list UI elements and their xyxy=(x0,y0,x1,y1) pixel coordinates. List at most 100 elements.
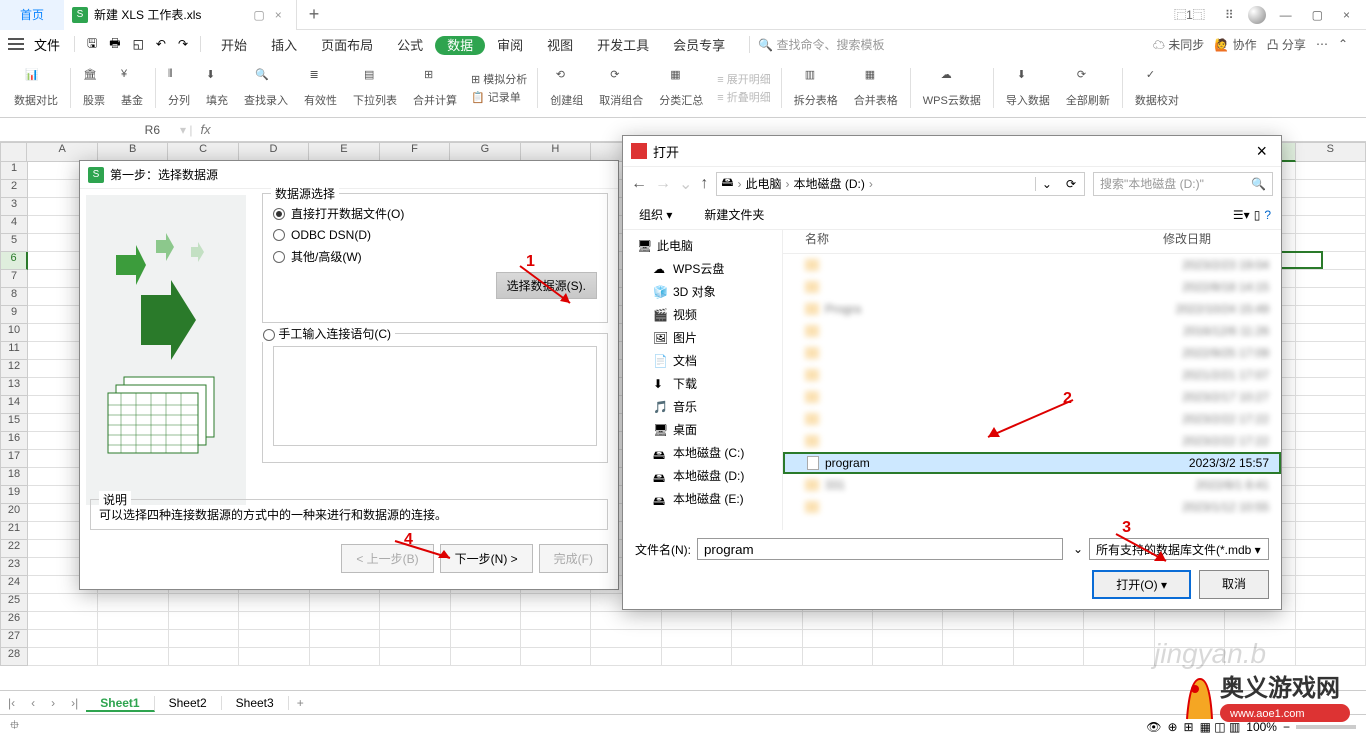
sheet-nav-first-icon[interactable]: |‹ xyxy=(0,696,23,710)
menu-tab-开发工具[interactable]: 开发工具 xyxy=(585,38,661,53)
file-row[interactable]: program2023/3/2 15:57 xyxy=(783,452,1281,474)
sheet-tab[interactable]: Sheet3 xyxy=(222,696,289,710)
option-open-file[interactable]: 直接打开数据文件(O) xyxy=(273,202,597,225)
ribbon-ungroup[interactable]: ⟳取消组合 xyxy=(591,68,651,108)
tree-item[interactable]: 🎬视频 xyxy=(623,303,782,326)
ribbon-merge-table[interactable]: ▦合并表格 xyxy=(846,68,906,108)
file-row[interactable]: 2021/2/21 17:07 xyxy=(783,364,1281,386)
ribbon-consolidate[interactable]: ⊞合并计算 xyxy=(405,68,465,108)
connection-textarea[interactable] xyxy=(273,346,597,446)
nav-history-icon[interactable]: ⌄ xyxy=(679,174,692,194)
sheet-nav-last-icon[interactable]: ›| xyxy=(63,696,86,710)
ribbon-wps-cloud[interactable]: ☁WPS云数据 xyxy=(915,68,989,108)
row-header[interactable]: 18 xyxy=(0,468,28,486)
row-header[interactable]: 10 xyxy=(0,324,28,342)
new-tab-button[interactable]: + xyxy=(297,4,332,25)
file-row[interactable]: 2016/12/6 11:26 xyxy=(783,320,1281,342)
redo-icon[interactable]: ↷ xyxy=(174,37,192,51)
folder-tree[interactable]: 🖥此电脑☁WPS云盘🧊3D 对象🎬视频🖼图片📄文档⬇下载🎵音乐🖥桌面🖴本地磁盘 … xyxy=(623,230,783,530)
select-all-corner[interactable] xyxy=(0,142,27,162)
crumb-drive-d[interactable]: 本地磁盘 (D:) xyxy=(794,175,865,192)
row-header[interactable]: 27 xyxy=(0,630,28,648)
col-header[interactable]: H xyxy=(521,142,591,162)
preview-icon[interactable]: ◱ xyxy=(129,37,148,51)
fx-icon[interactable]: fx xyxy=(192,122,218,137)
document-tab[interactable]: S 新建 XLS 工作表.xls ▢ × xyxy=(64,0,297,30)
col-header[interactable]: F xyxy=(380,142,450,162)
name-box[interactable]: R6 xyxy=(0,123,180,137)
sheet-nav-next-icon[interactable]: › xyxy=(43,696,63,710)
row-header[interactable]: 7 xyxy=(0,270,28,288)
row-header[interactable]: 22 xyxy=(0,540,28,558)
dialog-close-button[interactable]: × xyxy=(1250,141,1273,162)
tree-item[interactable]: ☁WPS云盘 xyxy=(623,257,782,280)
preview-pane-icon[interactable]: ▯ xyxy=(1254,208,1261,222)
ribbon-data-check[interactable]: ✓数据校对 xyxy=(1127,68,1187,108)
file-row[interactable]: 3312022/8/1 8:41 xyxy=(783,474,1281,496)
col-header[interactable]: D xyxy=(239,142,309,162)
select-datasource-button[interactable]: 选择数据源(S). xyxy=(496,272,597,299)
ribbon-collapse-detail[interactable]: ≡ 折叠明细 xyxy=(717,89,770,105)
apps-icon[interactable]: ⠿ xyxy=(1219,8,1240,22)
row-header[interactable]: 16 xyxy=(0,432,28,450)
home-tab[interactable]: 首页 xyxy=(0,0,64,30)
ribbon-expand-detail[interactable]: ≡ 展开明细 xyxy=(717,71,770,87)
search-input[interactable]: 搜索"本地磁盘 (D:)" 🔍 xyxy=(1093,172,1273,196)
row-header[interactable]: 8 xyxy=(0,288,28,306)
nav-back-icon[interactable]: ← xyxy=(631,175,647,193)
row-header[interactable]: 2 xyxy=(0,180,28,198)
row-header[interactable]: 17 xyxy=(0,450,28,468)
user-avatar-icon[interactable] xyxy=(1248,6,1266,24)
tree-item[interactable]: 🖼图片 xyxy=(623,326,782,349)
add-sheet-button[interactable]: + xyxy=(289,696,312,710)
file-row[interactable]: 2023/1/12 10:55 xyxy=(783,496,1281,518)
file-row[interactable]: 2023/2/17 10:27 xyxy=(783,386,1281,408)
view-mode-icon[interactable]: ☰▾ xyxy=(1233,208,1250,222)
row-header[interactable]: 13 xyxy=(0,378,28,396)
print-icon[interactable]: 🖶 xyxy=(105,34,124,55)
ribbon-find-entry[interactable]: 🔍查找录入 xyxy=(236,68,296,108)
ribbon-import[interactable]: ⬇导入数据 xyxy=(998,68,1058,108)
filename-input[interactable] xyxy=(697,538,1063,560)
row-header[interactable]: 5 xyxy=(0,234,28,252)
menu-tab-页面布局[interactable]: 页面布局 xyxy=(309,38,385,53)
open-button[interactable]: 打开(O) ▾ xyxy=(1092,570,1191,599)
sheet-nav-prev-icon[interactable]: ‹ xyxy=(23,696,43,710)
command-search[interactable]: 🔍 查找命令、搜索模板 xyxy=(749,36,892,53)
ribbon-refresh-all[interactable]: ⟳全部刷新 xyxy=(1058,68,1118,108)
file-row[interactable]: 2023/2/22 17:22 xyxy=(783,430,1281,452)
search-icon[interactable]: 🔍 xyxy=(1251,177,1266,191)
manual-connection-label[interactable]: 手工输入连接语句(C) xyxy=(278,327,391,341)
row-header[interactable]: 25 xyxy=(0,594,28,612)
menu-tab-审阅[interactable]: 审阅 xyxy=(485,38,535,53)
row-header[interactable]: 28 xyxy=(0,648,28,666)
save-icon[interactable]: 🖫 xyxy=(83,34,101,55)
breadcrumb[interactable]: 🖴 › 此电脑 › 本地磁盘 (D:) › ⌄ ⟳ xyxy=(716,172,1085,196)
crumb-this-pc[interactable]: 此电脑 xyxy=(746,175,782,192)
col-header[interactable]: S xyxy=(1296,142,1366,162)
file-row[interactable]: 2023/2/23 19:04 xyxy=(783,254,1281,276)
file-row[interactable]: Progra2022/10/24 15:49 xyxy=(783,298,1281,320)
maximize-button[interactable]: ▢ xyxy=(1306,8,1329,22)
coop-button[interactable]: 🙋 协作 xyxy=(1214,36,1256,53)
sync-status[interactable]: ☁ 未同步 xyxy=(1153,36,1204,53)
eye-icon[interactable]: 👁 xyxy=(1146,720,1161,734)
ribbon-subtotal[interactable]: ▦分类汇总 xyxy=(651,68,711,108)
row-header[interactable]: 1 xyxy=(0,162,28,180)
collapse-ribbon-icon[interactable]: ⌃ xyxy=(1338,37,1348,51)
tree-item[interactable]: 📄文档 xyxy=(623,349,782,372)
undo-icon[interactable]: ↶ xyxy=(152,37,170,51)
ribbon-data-compare[interactable]: 📊数据对比 xyxy=(6,68,66,108)
row-header[interactable]: 24 xyxy=(0,576,28,594)
row-header[interactable]: 26 xyxy=(0,612,28,630)
row-header[interactable]: 9 xyxy=(0,306,28,324)
ribbon-stock[interactable]: 🏛股票 xyxy=(75,68,113,108)
menu-tab-视图[interactable]: 视图 xyxy=(535,38,585,53)
nav-up-icon[interactable]: ↑ xyxy=(700,175,708,193)
tree-item[interactable]: 🖴本地磁盘 (C:) xyxy=(623,441,782,464)
col-header-name[interactable]: 名称 xyxy=(783,230,1163,253)
next-button[interactable]: 下一步(N) > xyxy=(440,544,533,573)
col-header[interactable]: C xyxy=(168,142,238,162)
ribbon-dropdown-list[interactable]: ▤下拉列表 xyxy=(345,68,405,108)
tree-item[interactable]: 🖥桌面 xyxy=(623,418,782,441)
